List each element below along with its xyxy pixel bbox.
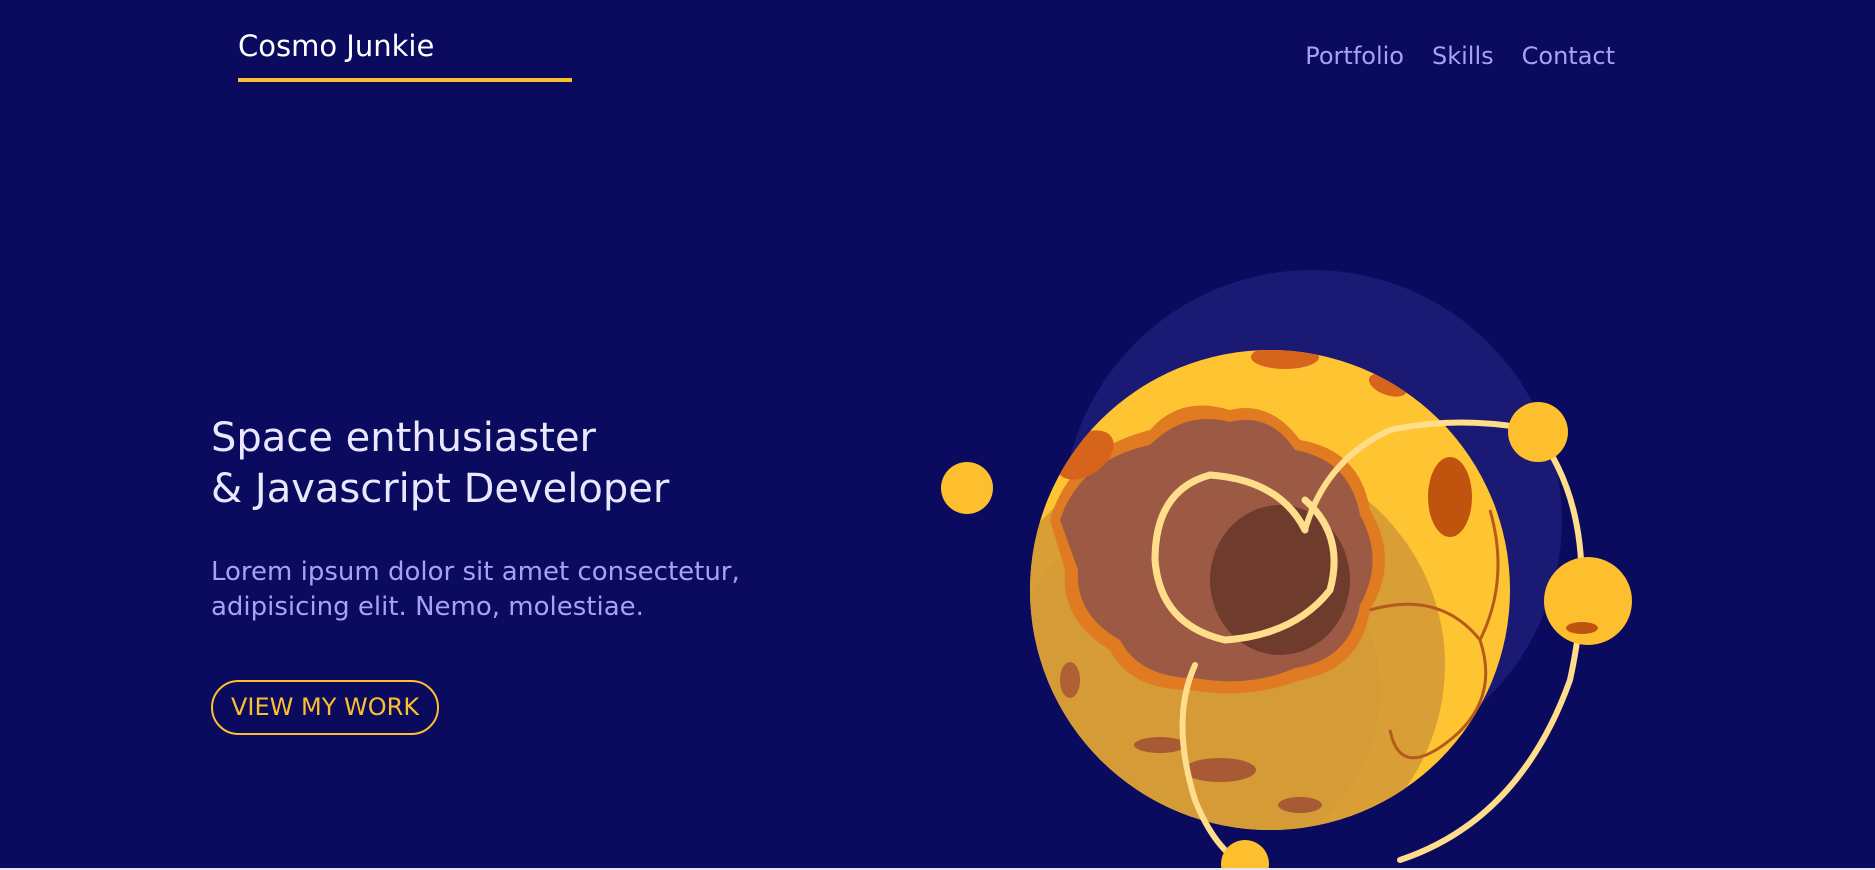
small-moon-left	[941, 462, 993, 514]
moon-right	[1544, 557, 1632, 645]
hero-headline-line-1: Space enthusiaster	[211, 415, 596, 461]
planet-illustration	[941, 270, 1632, 870]
page: Cosmo Junkie Portfolio Skills Contact Sp…	[0, 0, 1875, 870]
nav-link-portfolio[interactable]: Portfolio	[1305, 40, 1404, 72]
hero-headline: Space enthusiaster & Javascript Develope…	[211, 413, 911, 515]
nav-link-contact[interactable]: Contact	[1522, 40, 1615, 72]
main-nav: Portfolio Skills Contact	[1305, 40, 1615, 72]
hero-section: Space enthusiaster & Javascript Develope…	[211, 413, 911, 735]
site-header: Cosmo Junkie Portfolio Skills Contact	[0, 0, 1875, 100]
hero-subtext-line-1: Lorem ipsum dolor sit amet consectetur,	[211, 557, 740, 587]
nav-link-skills[interactable]: Skills	[1432, 40, 1494, 72]
site-logo[interactable]: Cosmo Junkie	[238, 28, 572, 82]
moon-bottom	[1221, 840, 1269, 870]
hero-headline-line-2: & Javascript Developer	[211, 466, 670, 512]
hero-subtext: Lorem ipsum dolor sit amet consectetur, …	[211, 555, 911, 625]
hero-subtext-line-2: adipisicing elit. Nemo, molestiae.	[211, 592, 644, 622]
moon-top-right	[1508, 402, 1568, 462]
view-my-work-button[interactable]: VIEW MY WORK	[211, 680, 440, 735]
